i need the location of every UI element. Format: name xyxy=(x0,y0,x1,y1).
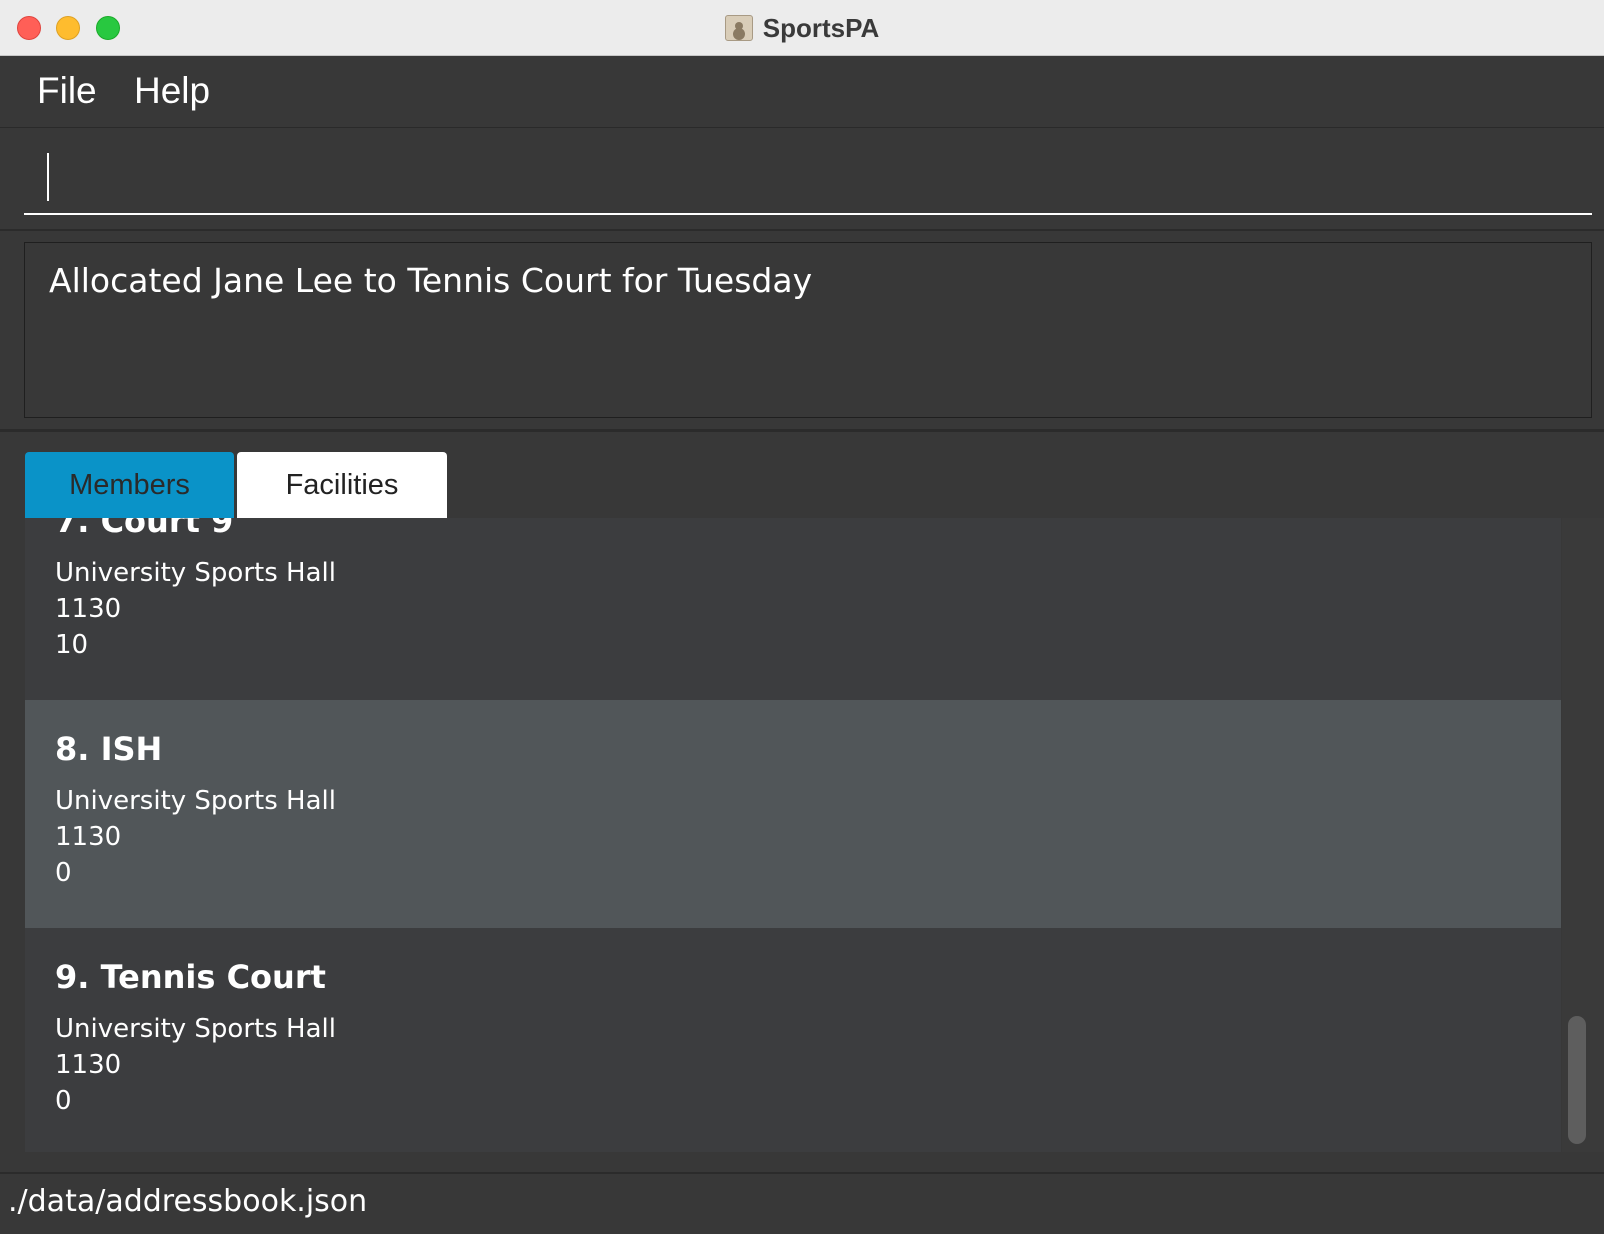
facility-location: University Sports Hall xyxy=(55,786,336,816)
status-bar: ./data/addressbook.json xyxy=(0,1172,1604,1234)
app-window: SportsPA File Help Allocated Jane Lee to… xyxy=(0,0,1604,1234)
facility-card[interactable]: 8. ISH University Sports Hall 1130 0 xyxy=(25,700,1561,928)
menu-bar: File Help xyxy=(0,56,1604,128)
facility-capacity: 0 xyxy=(55,1086,72,1116)
scrollbar-thumb[interactable] xyxy=(1568,1016,1586,1144)
tab-facilities-label: Facilities xyxy=(285,468,399,501)
divider xyxy=(0,229,1604,231)
facility-card[interactable]: 7. Court 9 University Sports Hall 1130 1… xyxy=(25,518,1561,700)
facility-name: 8. ISH xyxy=(55,730,163,768)
facility-name: 7. Court 9 xyxy=(55,518,234,540)
tab-members[interactable]: Members xyxy=(25,452,234,518)
facility-capacity: 10 xyxy=(55,630,89,660)
menu-file[interactable]: File xyxy=(37,70,97,112)
facility-name: 9. Tennis Court xyxy=(55,958,326,996)
title-wrap: SportsPA xyxy=(0,0,1604,56)
window-title: SportsPA xyxy=(762,12,880,43)
text-caret xyxy=(47,153,49,201)
command-area xyxy=(0,129,1604,229)
facility-time: 1130 xyxy=(55,1050,122,1080)
facility-list[interactable]: 7. Court 9 University Sports Hall 1130 1… xyxy=(25,518,1561,1152)
command-input[interactable] xyxy=(24,145,1592,215)
result-message: Allocated Jane Lee to Tennis Court for T… xyxy=(49,261,813,300)
title-bar: SportsPA xyxy=(0,0,1604,56)
app-icon xyxy=(724,15,753,41)
facility-location: University Sports Hall xyxy=(55,558,336,588)
facility-location: University Sports Hall xyxy=(55,1014,336,1044)
facility-time: 1130 xyxy=(55,594,122,624)
menu-help[interactable]: Help xyxy=(134,70,210,112)
tab-facilities[interactable]: Facilities xyxy=(237,452,447,518)
facility-time: 1130 xyxy=(55,822,122,852)
divider xyxy=(0,429,1604,432)
save-file-path: ./data/addressbook.json xyxy=(8,1184,368,1219)
facility-capacity: 0 xyxy=(55,858,72,888)
facility-card[interactable]: 9. Tennis Court University Sports Hall 1… xyxy=(25,928,1561,1152)
result-display: Allocated Jane Lee to Tennis Court for T… xyxy=(24,242,1592,418)
tab-members-label: Members xyxy=(69,468,190,501)
